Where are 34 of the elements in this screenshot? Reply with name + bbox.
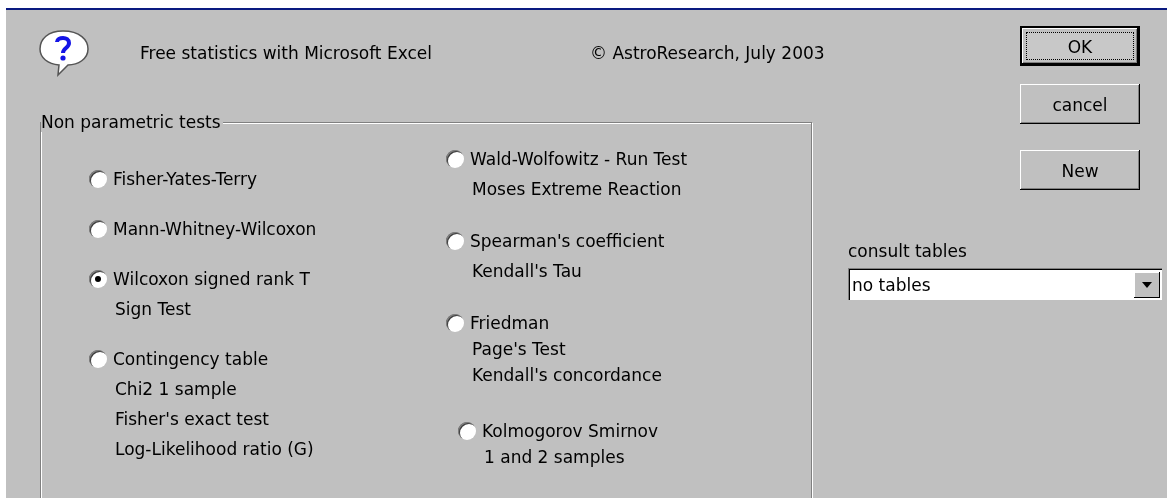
dialog-button[interactable]: OK — [1020, 26, 1140, 66]
radio-button[interactable] — [89, 220, 107, 238]
radio-button[interactable] — [89, 270, 107, 288]
tables-dropdown[interactable]: no tables — [848, 268, 1162, 300]
option-label: Contingency table — [113, 349, 269, 369]
option-label: Wald-Wolfowitz - Run Test — [470, 149, 688, 169]
option-sublabel: 1 and 2 samples — [483, 447, 626, 467]
option-label: Spearman's coefficient — [470, 231, 665, 251]
radio-button[interactable] — [89, 350, 107, 368]
option-label: Mann-Whitney-Wilcoxon — [113, 219, 317, 239]
option-sublabel: Chi2 1 sample — [114, 379, 238, 399]
radio-button[interactable] — [446, 232, 464, 250]
radio-button[interactable] — [446, 314, 464, 332]
help-bubble-icon — [36, 27, 90, 79]
radio-button[interactable] — [446, 150, 464, 168]
option-label: Wilcoxon signed rank T — [113, 269, 310, 289]
option-sublabel: Page's Test — [471, 339, 567, 359]
option-sublabel: Kendall's Tau — [471, 261, 583, 281]
dialog-button[interactable]: cancel — [1020, 84, 1140, 124]
option-sublabel: Sign Test — [114, 299, 192, 319]
dialog-button[interactable]: New — [1020, 150, 1140, 190]
option-label: Fisher-Yates-Terry — [113, 169, 258, 189]
tables-label: consult tables — [848, 240, 967, 262]
option-label: Kolmogorov Smirnov — [482, 421, 659, 441]
option-sublabel: Fisher's exact test — [114, 409, 270, 429]
radio-button[interactable] — [458, 422, 476, 440]
option-sublabel: Log-Likelihood ratio (G) — [114, 439, 315, 459]
option-sublabel: Kendall's concordance — [471, 365, 663, 385]
option-label: Friedman — [470, 313, 550, 333]
dialog-title: Free statistics with Microsoft Excel — [140, 43, 433, 63]
copyright-text: © AstroResearch, July 2003 — [590, 43, 825, 63]
radio-button[interactable] — [89, 170, 107, 188]
option-sublabel: Moses Extreme Reaction — [471, 179, 683, 199]
group-label: Non parametric tests — [41, 112, 223, 132]
